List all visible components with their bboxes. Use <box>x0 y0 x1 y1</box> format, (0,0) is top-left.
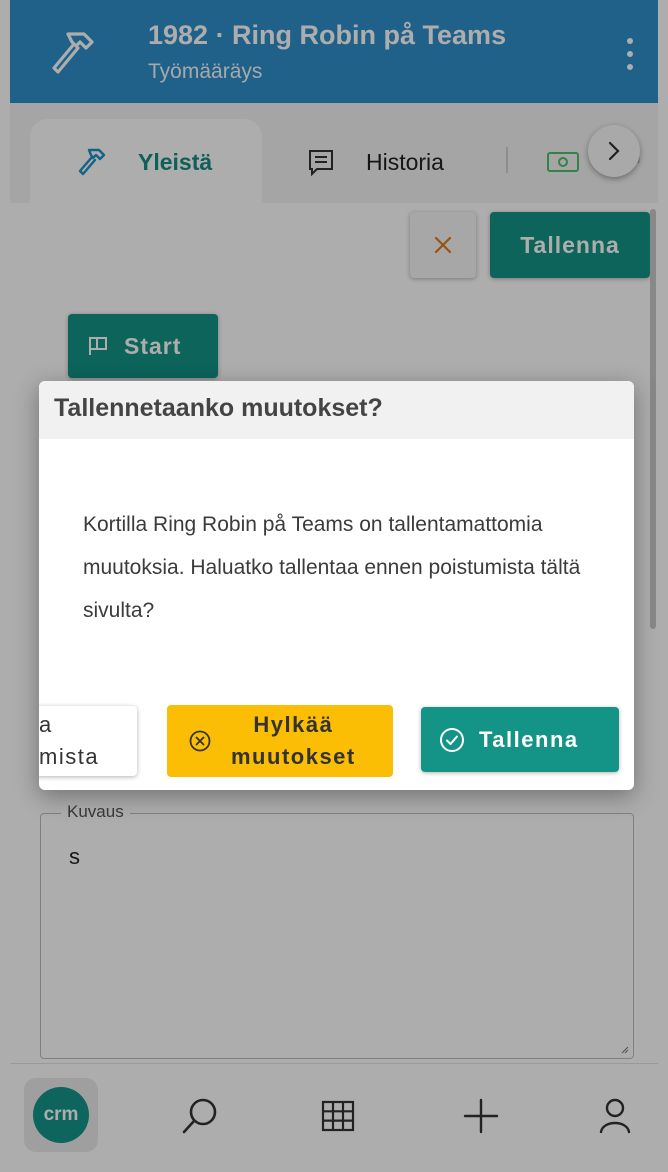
check-circle-icon <box>440 727 464 752</box>
button-label-line2: muutokset <box>231 744 356 769</box>
button-label-line2: mista <box>39 744 100 769</box>
dialog-message: Kortilla Ring Robin på Teams on tallenta… <box>83 513 581 622</box>
dialog-save-button[interactable]: Tallenna <box>421 707 619 772</box>
cancel-circle-icon <box>189 730 211 752</box>
discard-changes-button[interactable]: Hylkää muutokset <box>167 705 393 777</box>
button-label-line1: Hylkää <box>253 712 334 737</box>
unsaved-changes-dialog: Tallennetaanko muutokset? Kortilla Ring … <box>39 381 634 790</box>
leave-without-saving-button[interactable]: a mista <box>39 706 137 776</box>
dialog-header: Tallennetaanko muutokset? <box>39 381 634 439</box>
dialog-title: Tallennetaanko muutokset? <box>54 394 383 422</box>
dialog-save-label: Tallenna <box>479 726 579 752</box>
button-label-line1: a <box>39 712 53 737</box>
